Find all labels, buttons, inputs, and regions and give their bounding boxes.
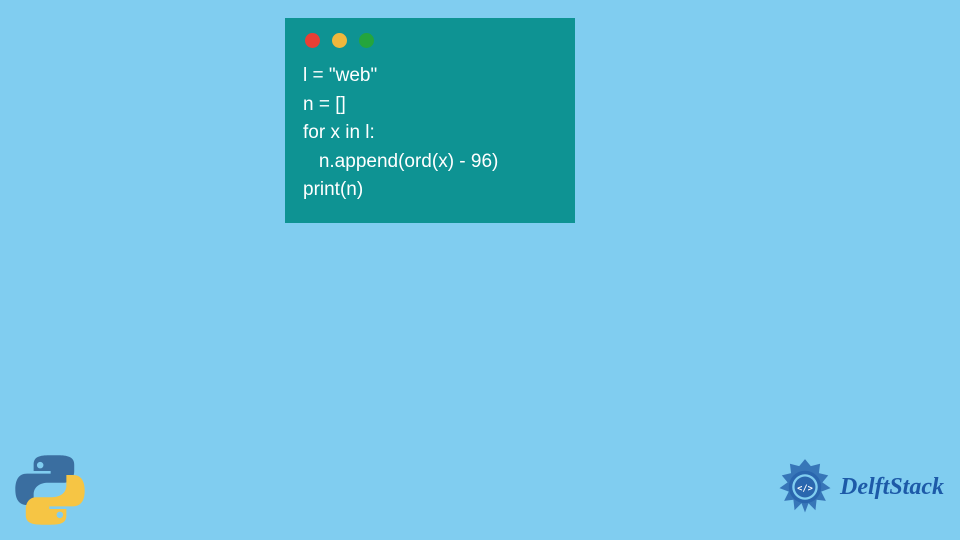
code-line: print(n) — [303, 179, 363, 200]
code-block: l = "web" n = [] for x in l: n.append(or… — [303, 62, 557, 205]
delftstack-emblem-icon: </> — [776, 458, 834, 516]
code-line: n.append(ord(x) - 96) — [303, 151, 498, 172]
close-icon — [305, 33, 320, 48]
python-logo-icon — [14, 454, 86, 526]
code-window: l = "web" n = [] for x in l: n.append(or… — [285, 18, 575, 223]
code-line: l = "web" — [303, 65, 377, 86]
code-line: for x in l: — [303, 122, 375, 143]
window-controls — [303, 33, 557, 48]
maximize-icon — [359, 33, 374, 48]
minimize-icon — [332, 33, 347, 48]
delftstack-logo: </> DelftStack — [776, 458, 944, 516]
svg-text:</>: </> — [797, 484, 813, 494]
delftstack-brand-text: DelftStack — [840, 474, 944, 501]
code-line: n = [] — [303, 94, 346, 115]
